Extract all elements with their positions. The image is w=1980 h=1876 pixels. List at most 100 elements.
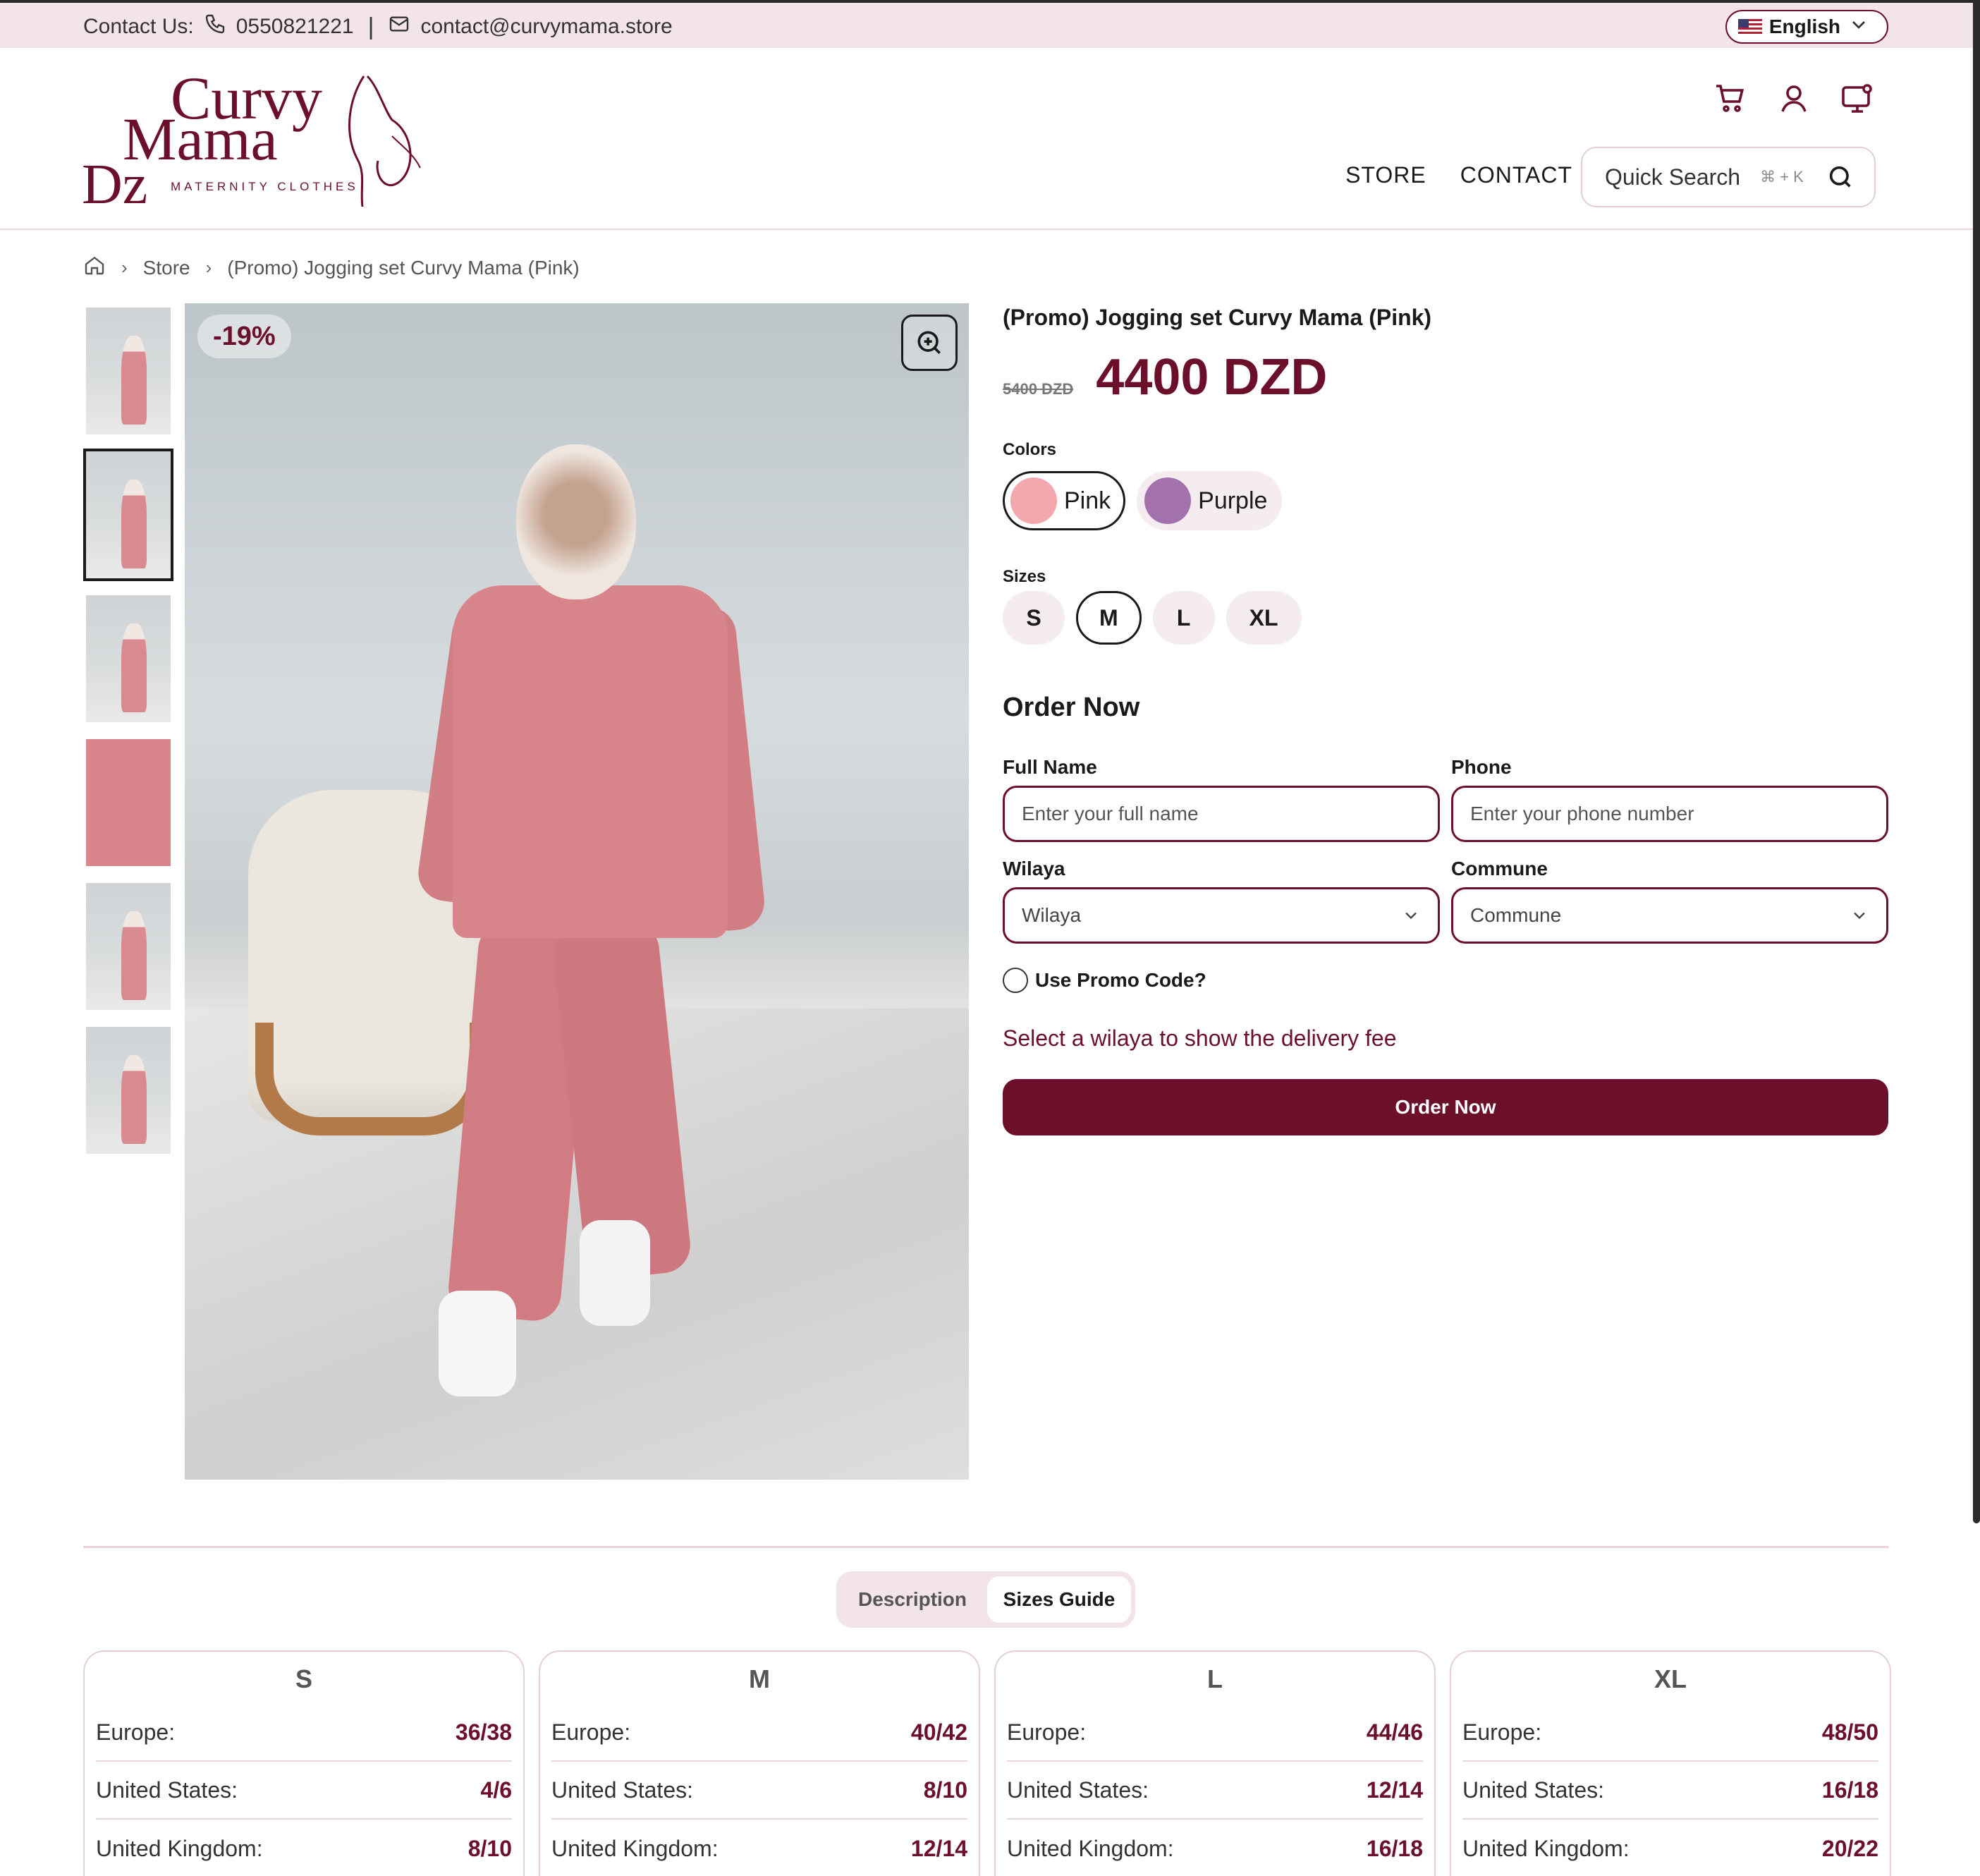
size-option-xl[interactable]: XL: [1226, 591, 1302, 645]
thumbnail[interactable]: [86, 1027, 171, 1154]
promo-radio[interactable]: [1003, 968, 1028, 993]
logo-tagline: MATERNITY CLOTHES: [171, 180, 359, 193]
phone-icon: [204, 13, 226, 41]
size-card-l: L Europe: 44/46 United States: 12/14 Unite…: [994, 1650, 1436, 1876]
full-name-label: Full Name: [1003, 756, 1097, 778]
thumbnail[interactable]: [86, 739, 171, 866]
size-option-m[interactable]: M: [1076, 591, 1142, 645]
size-row: United States: 16/18: [1462, 1762, 1878, 1820]
page-scrollbar[interactable]: [1973, 0, 1980, 1523]
size-row: Europe: 40/42: [551, 1704, 967, 1762]
thumbnail[interactable]: [86, 883, 171, 1010]
size-row: United Kingdom: 20/22: [1462, 1835, 1878, 1861]
size-row: United States: 8/10: [551, 1762, 967, 1820]
model-figure: [453, 585, 728, 938]
size-row: Europe: 36/38: [96, 1704, 512, 1762]
size-option-s[interactable]: S: [1003, 591, 1065, 645]
color-label: Pink: [1064, 487, 1111, 514]
header-icons: [1713, 82, 1874, 119]
size-guide: S Europe: 36/38 United States: 4/6 United …: [83, 1650, 1891, 1876]
cart-icon[interactable]: [1713, 82, 1747, 119]
home-icon[interactable]: [83, 254, 106, 281]
size-options: S M L XL: [1003, 591, 1302, 645]
zoom-button[interactable]: [901, 315, 958, 371]
email-link[interactable]: contact@curvymama.store: [420, 15, 672, 39]
wilaya-value: Wilaya: [1022, 904, 1082, 926]
discount-badge: -19%: [197, 315, 291, 358]
breadcrumb-store[interactable]: Store: [143, 257, 190, 279]
size-card-title: S: [295, 1664, 312, 1693]
product-title: (Promo) Jogging set Curvy Mama (Pink): [1003, 305, 1432, 330]
full-name-field[interactable]: [1003, 786, 1440, 842]
commune-select[interactable]: Commune: [1451, 887, 1888, 944]
nav-contact[interactable]: CONTACT: [1460, 162, 1572, 188]
size-row: United States: 12/14: [1007, 1762, 1423, 1820]
monitor-settings-icon[interactable]: [1840, 82, 1874, 119]
breadcrumb-current: (Promo) Jogging set Curvy Mama (Pink): [227, 256, 580, 279]
product-main-image[interactable]: -19%: [185, 303, 969, 1480]
size-card-s: S Europe: 36/38 United States: 4/6 United …: [83, 1650, 525, 1876]
current-price: 4400 DZD: [1096, 349, 1328, 406]
purple-swatch: [1144, 477, 1192, 524]
size-row: Europe: 44/46: [1007, 1704, 1423, 1762]
separator: |: [367, 13, 374, 40]
phone-link[interactable]: 0550821221: [236, 15, 354, 39]
quick-search[interactable]: Quick Search ⌘ + K: [1581, 147, 1876, 207]
size-row: United Kingdom: 12/14: [551, 1835, 967, 1861]
search-shortcut: ⌘ + K: [1760, 168, 1804, 185]
chevron-right-icon: ›: [205, 257, 212, 278]
color-options: Pink Purple: [1003, 471, 1283, 530]
order-heading: Order Now: [1003, 693, 1140, 722]
wilaya-label: Wilaya: [1003, 858, 1065, 879]
color-label: Purple: [1198, 487, 1268, 514]
contact-info: Contact Us: 0550821221 | contact@curvyma…: [83, 13, 673, 41]
color-option-purple[interactable]: Purple: [1137, 471, 1283, 530]
commune-value: Commune: [1470, 904, 1562, 926]
nav-store[interactable]: STORE: [1345, 162, 1426, 188]
size-row: United States: 4/6: [96, 1762, 512, 1820]
brand-logo[interactable]: Curvy Mama Dz MATERNITY CLOTHES: [82, 64, 448, 216]
size-row: United Kingdom: 16/18: [1007, 1835, 1423, 1861]
mail-icon: [388, 13, 410, 41]
language-selector[interactable]: English: [1725, 10, 1888, 44]
tab-sizes-guide[interactable]: Sizes Guide: [987, 1576, 1131, 1623]
phone-label: Phone: [1451, 756, 1512, 778]
promo-label: Use Promo Code?: [1035, 969, 1206, 991]
thumbnail[interactable]: [86, 307, 171, 434]
search-label: Quick Search: [1605, 164, 1741, 190]
colors-label: Colors: [1003, 440, 1057, 459]
promo-toggle[interactable]: Use Promo Code?: [1003, 968, 1206, 993]
zoom-in-icon: [914, 327, 945, 358]
thumbnail-active[interactable]: [83, 449, 173, 581]
wilaya-select[interactable]: Wilaya: [1003, 887, 1440, 944]
size-card-xl: XL Europe: 48/50 United States: 16/18 Unit…: [1450, 1650, 1891, 1876]
size-card-title: M: [749, 1664, 770, 1693]
size-card-title: XL: [1654, 1664, 1687, 1693]
delivery-note: Select a wilaya to show the delivery fee: [1003, 1025, 1397, 1051]
thumbnail[interactable]: [86, 595, 171, 722]
price-row: 5400 DZD 4400 DZD: [1003, 348, 1327, 406]
contact-label: Contact Us:: [83, 15, 194, 38]
chevron-down-icon: [1850, 906, 1869, 925]
top-bar: Contact Us: 0550821221 | contact@curvyma…: [0, 0, 1980, 48]
logo-word-dz: Dz: [82, 154, 147, 210]
language-label: English: [1768, 16, 1840, 37]
color-option-pink[interactable]: Pink: [1003, 471, 1126, 530]
phone-field[interactable]: [1451, 786, 1888, 842]
size-card-m: M Europe: 40/42 United States: 8/10 United…: [539, 1650, 980, 1876]
product-details: (Promo) Jogging set Curvy Mama (Pink) 54…: [1003, 303, 1888, 1135]
order-now-button[interactable]: Order Now: [1003, 1079, 1888, 1135]
chevron-down-icon: [1847, 13, 1870, 41]
chevron-down-icon: [1401, 906, 1421, 925]
sizes-label: Sizes: [1003, 567, 1046, 586]
chevron-right-icon: ›: [121, 257, 128, 278]
commune-label: Commune: [1451, 858, 1548, 879]
tab-description[interactable]: Description: [841, 1576, 984, 1623]
size-card-title: L: [1207, 1664, 1223, 1693]
breadcrumb: › Store › (Promo) Jogging set Curvy Mama…: [83, 254, 580, 281]
user-icon[interactable]: [1777, 82, 1811, 119]
search-icon: [1826, 163, 1854, 191]
site-header: Curvy Mama Dz MATERNITY CLOTHES STORE CO…: [0, 48, 1980, 230]
main-nav: STORE CONTACT: [1345, 162, 1572, 188]
size-option-l[interactable]: L: [1152, 591, 1215, 645]
